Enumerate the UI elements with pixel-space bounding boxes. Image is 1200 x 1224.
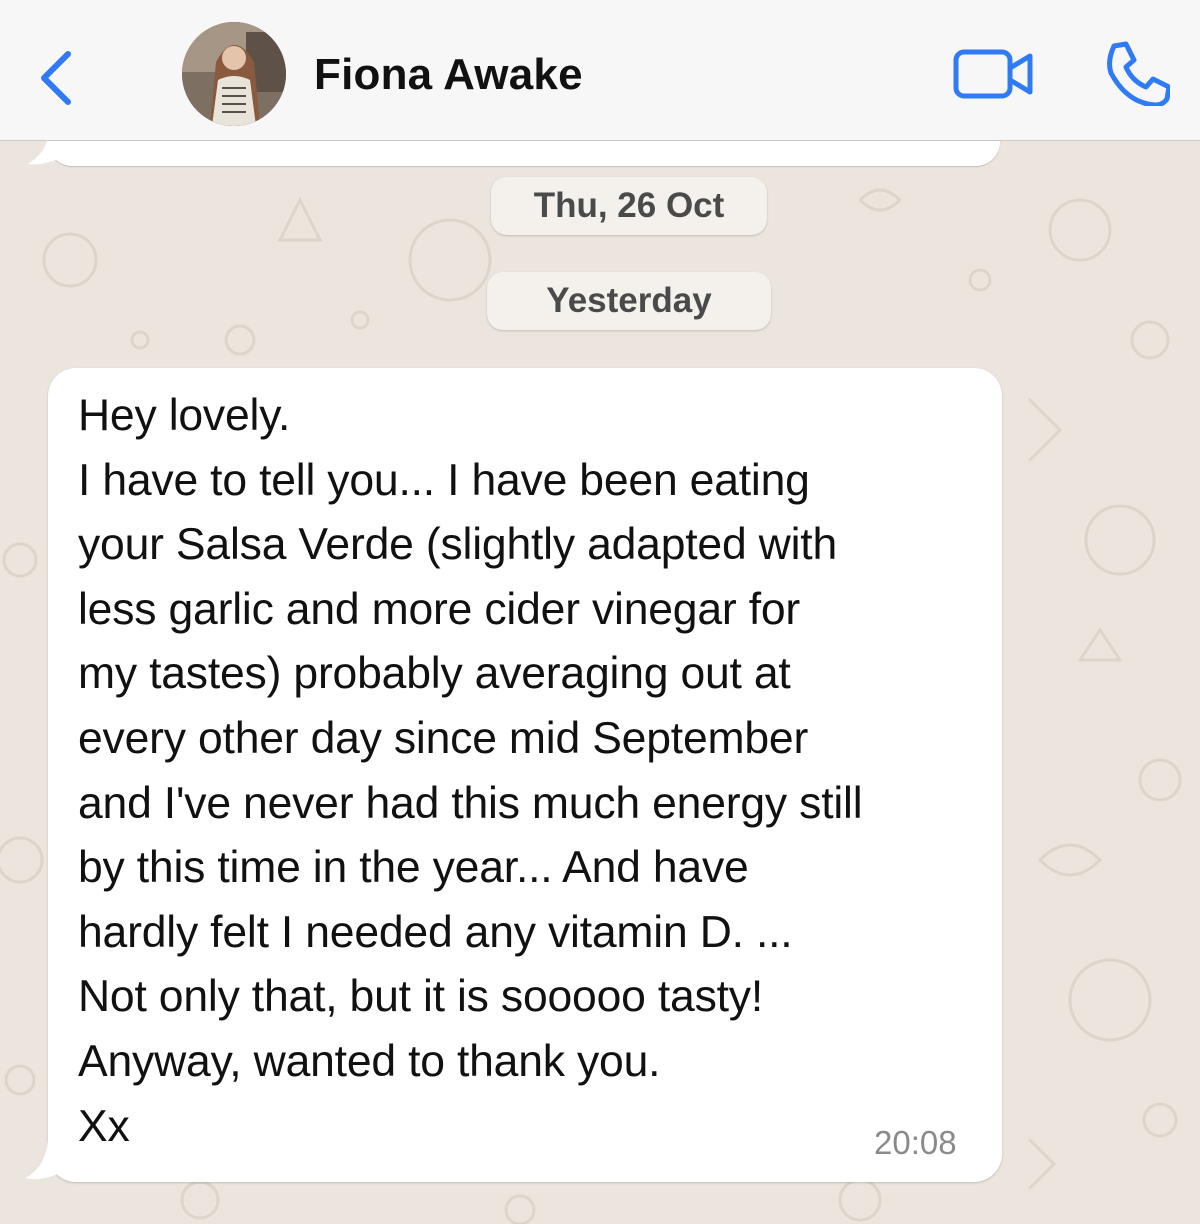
- date-separator-yesterday: Yesterday: [487, 272, 771, 330]
- message-text: Hey lovely. I have to tell you... I have…: [78, 384, 983, 1159]
- message-line: by this time in the year... And have: [78, 843, 749, 893]
- message-line: hardly felt I needed any vitamin D. ...: [78, 907, 793, 957]
- message-line: Hey lovely.: [78, 391, 291, 440]
- video-call-button[interactable]: [952, 46, 1036, 102]
- message-line: Anyway, wanted to thank you.: [78, 1036, 661, 1086]
- message-line: Not only that, but it is sooooo tasty!: [78, 972, 763, 1022]
- message-line: my tastes) probably averaging out at: [78, 649, 791, 699]
- message-line: Xx: [78, 1101, 130, 1151]
- phone-icon: [1107, 41, 1172, 108]
- back-button[interactable]: [30, 40, 86, 112]
- message-line: less garlic and more cider vinegar for: [78, 584, 801, 634]
- message-line: every other day since mid September: [78, 713, 809, 763]
- message-line: I have to tell you... I have been eating: [78, 455, 810, 505]
- chat-header: Fiona Awake: [0, 0, 1200, 141]
- message-line: your Salsa Verde (slightly adapted with: [78, 520, 838, 570]
- date-separator: Thu, 26 Oct: [491, 177, 767, 235]
- voice-call-button[interactable]: [1100, 40, 1172, 108]
- contact-avatar[interactable]: [182, 22, 286, 126]
- video-camera-icon: [953, 49, 1033, 99]
- contact-name[interactable]: Fiona Awake: [314, 50, 583, 100]
- bubble-tail: [28, 138, 56, 165]
- message-line: and I've never had this much energy stil…: [78, 778, 863, 828]
- bubble-tail: [26, 1140, 58, 1180]
- avatar-photo: [182, 22, 286, 126]
- message-timestamp: 20:08: [874, 1124, 957, 1161]
- chevron-left-icon: [41, 51, 71, 105]
